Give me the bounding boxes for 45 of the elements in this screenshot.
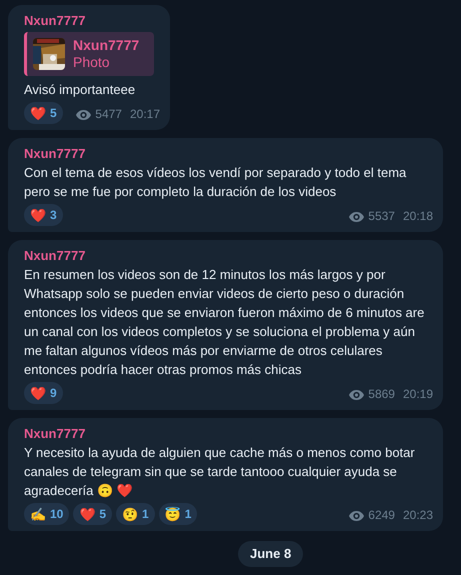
reaction-chip[interactable]: ✍ 10 <box>24 503 70 525</box>
reply-quote[interactable]: Nxun7777 Photo <box>24 32 154 76</box>
author-name[interactable]: Nxun7777 <box>24 246 427 265</box>
eye-icon <box>349 390 364 400</box>
reply-label: Photo <box>73 54 111 71</box>
message-text: Avisó importanteee <box>24 81 136 99</box>
reaction-count: 5 <box>50 104 57 122</box>
reaction-emoji: ❤ <box>30 104 46 122</box>
view-count: 5477 <box>95 106 122 123</box>
reaction-emoji: 😇 <box>164 506 181 524</box>
eye-icon <box>349 510 364 520</box>
eye-icon <box>349 212 364 222</box>
author-name[interactable]: Nxun7777 <box>24 11 154 30</box>
reaction-emoji: ❤ <box>79 506 96 524</box>
message-time: 20:19 <box>402 386 433 403</box>
reaction-chip[interactable]: ❤ 5 <box>73 503 112 525</box>
reaction-count: 1 <box>184 506 192 522</box>
message-time: 20:18 <box>402 208 433 225</box>
author-name[interactable]: Nxun7777 <box>24 144 427 163</box>
reaction-chip[interactable]: 🤨 1 <box>116 503 155 525</box>
reaction-chip[interactable]: ❤ 9 <box>24 382 63 404</box>
reaction-count: 5 <box>99 506 106 522</box>
view-count: 6249 <box>368 507 395 524</box>
reaction-chip[interactable]: ❤ 3 <box>24 204 63 226</box>
reaction-emoji: ❤ <box>30 206 46 224</box>
message-text: Y necesito la ayuda de alguien que cache más o menos como botar canales de telegram sin que se tarde tantooo cualquier ayuda se agradecería 🙃 ❤ <box>24 444 416 500</box>
reply-author: Nxun7777 <box>73 37 140 54</box>
reaction-count: 3 <box>50 206 57 224</box>
reaction-chip[interactable]: 😇 1 <box>158 503 198 525</box>
message-text: En resumen los videos son de 12 minutos los más largos y por Whatsapp solo se pueden enviar videos de cierto peso o duración entonces los videos que se enviaron fueron máximo de 6 minutos are un canal con los videos completos y se soluciona el problema y aún me faltan algunos vídeos más por enviarme de otros celulares entonces podría hacer otras promos más chicas <box>24 266 426 379</box>
reaction-count: 9 <box>50 384 57 402</box>
eye-icon <box>76 110 92 120</box>
view-count: 5537 <box>368 208 395 225</box>
reaction-chip[interactable]: ❤ 5 <box>24 102 63 124</box>
reaction-emoji: ✍ <box>30 506 46 524</box>
message-text: Con el tema de esos vídeos los vendí por separado y todo el tema pero se me fue por completo la duración de los videos <box>24 164 408 201</box>
reaction-count: 10 <box>50 506 64 522</box>
view-count: 5869 <box>368 386 395 403</box>
reaction-emoji: ❤ <box>30 384 46 402</box>
date-chip: June 8 <box>238 541 304 566</box>
message-time: 20:23 <box>402 507 433 524</box>
reaction-count: 1 <box>142 506 149 522</box>
message-time: 20:17 <box>130 106 160 123</box>
author-name[interactable]: Nxun7777 <box>24 424 427 443</box>
reaction-emoji: 🤨 <box>122 506 138 524</box>
